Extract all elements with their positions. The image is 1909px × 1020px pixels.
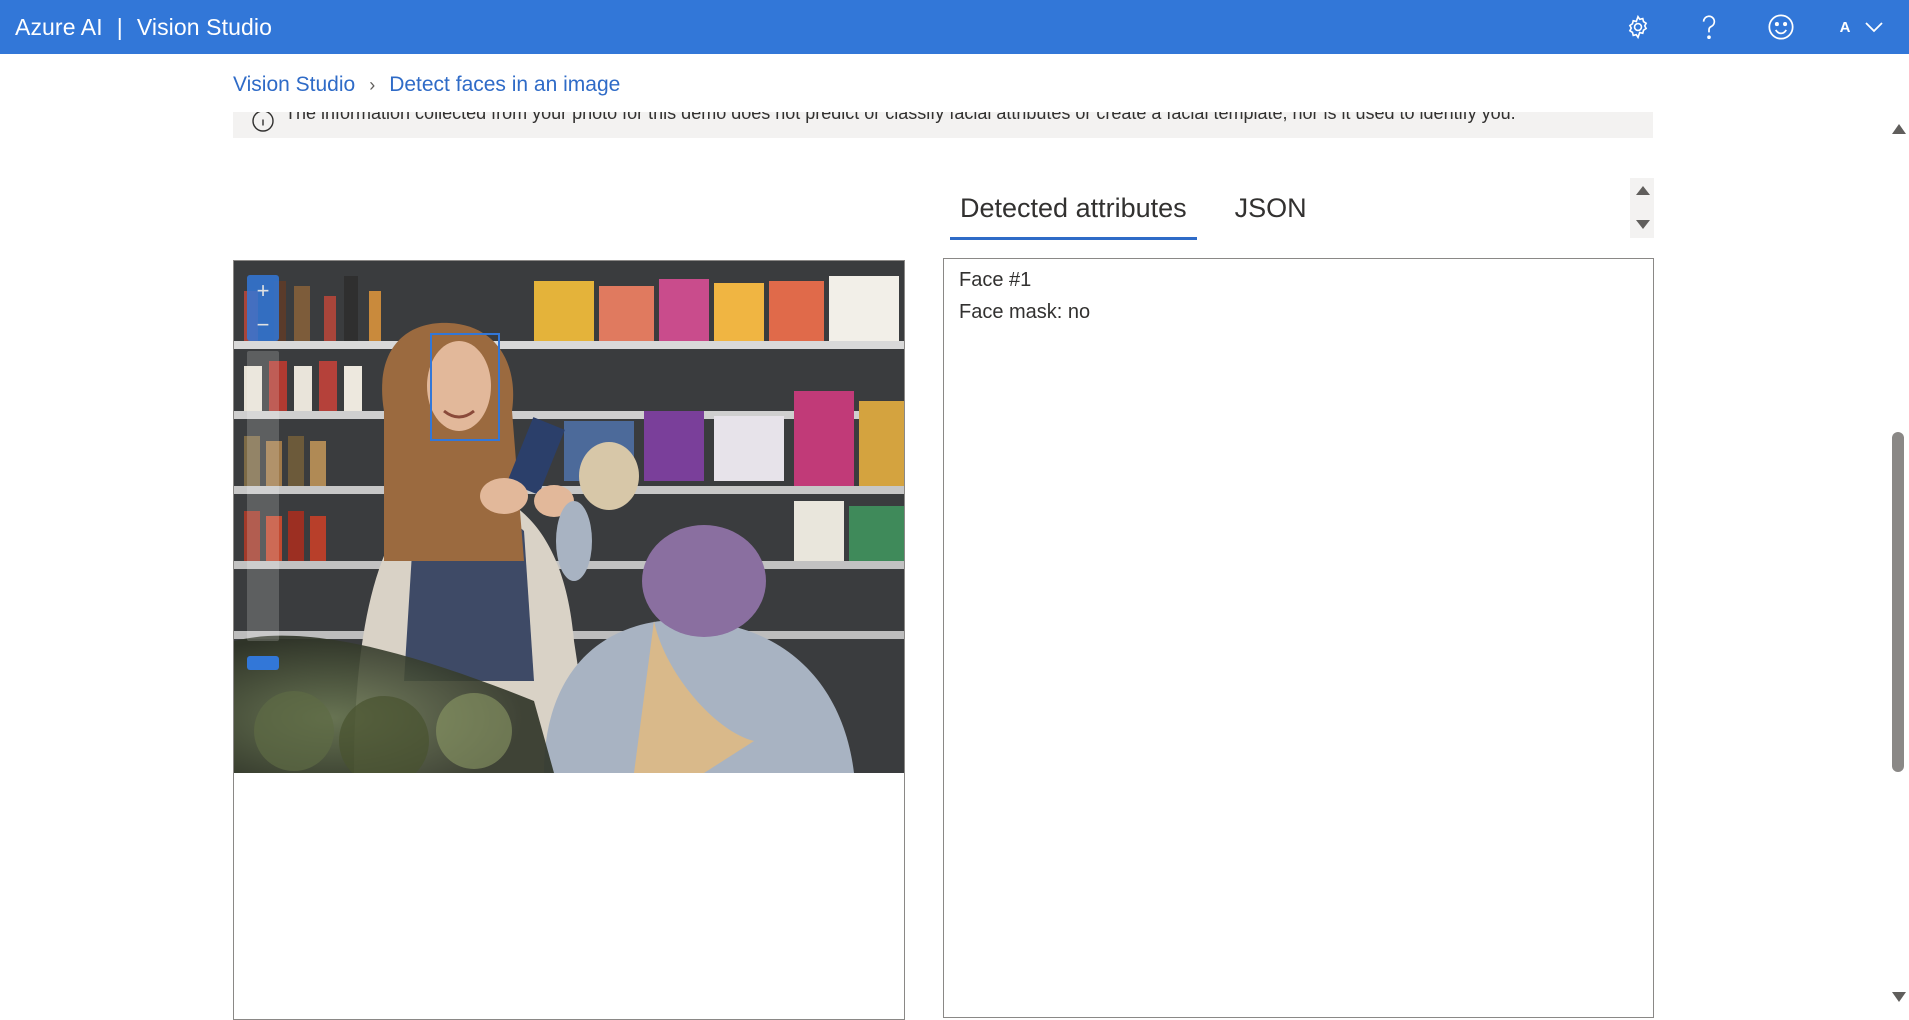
top-header-bar: Azure AI | Vision Studio A <box>0 0 1909 54</box>
breadcrumb-vision-studio[interactable]: Vision Studio <box>233 73 355 97</box>
smiley-icon[interactable] <box>1763 9 1799 45</box>
scrollbar-down-icon[interactable] <box>1892 992 1906 1002</box>
avatar[interactable]: A <box>1834 16 1856 38</box>
breadcrumb: Vision Studio › Detect faces in an image <box>233 68 620 102</box>
result-tabs: Detected attributes JSON <box>950 188 1317 240</box>
result-image[interactable] <box>234 261 904 773</box>
info-icon <box>252 112 274 132</box>
chevron-right-icon: › <box>369 74 376 95</box>
scroll-down-icon[interactable] <box>1636 220 1650 229</box>
product-name: Azure AI <box>15 13 103 40</box>
face-mask-attribute: Face mask: no <box>959 301 1091 323</box>
brand-separator: | <box>116 13 123 40</box>
detected-attributes-panel: Face #1 Face mask: no <box>943 258 1654 1018</box>
zoom-slider-thumb[interactable] <box>247 656 279 670</box>
help-icon[interactable] <box>1691 9 1727 45</box>
scrollbar-thumb[interactable] <box>1892 432 1904 772</box>
tab-scroll-control <box>1630 178 1654 238</box>
app-name: Vision Studio <box>136 13 272 40</box>
tab-detected-attributes[interactable]: Detected attributes <box>950 188 1197 240</box>
scroll-up-icon[interactable] <box>1636 186 1650 195</box>
breadcrumb-detect-faces[interactable]: Detect faces in an image <box>389 73 620 97</box>
info-banner: The information collected from your phot… <box>233 112 1653 138</box>
zoom-slider-track[interactable] <box>247 351 279 641</box>
chevron-down-icon[interactable] <box>1862 15 1886 39</box>
zoom-out-button[interactable]: − <box>247 309 279 341</box>
gear-icon[interactable] <box>1620 9 1656 45</box>
detected-face-box[interactable] <box>430 333 500 441</box>
page-scrollbar[interactable] <box>1889 120 1907 1009</box>
face-title: Face #1 <box>959 269 1032 291</box>
zoom-control: + − <box>247 275 279 341</box>
scrollbar-up-icon[interactable] <box>1892 124 1906 134</box>
image-panel: + − <box>233 260 905 1020</box>
banner-text: The information collected from your phot… <box>285 112 1516 123</box>
zoom-in-button[interactable]: + <box>247 275 279 307</box>
brand[interactable]: Azure AI | Vision Studio <box>15 0 272 54</box>
tab-json[interactable]: JSON <box>1225 188 1317 240</box>
